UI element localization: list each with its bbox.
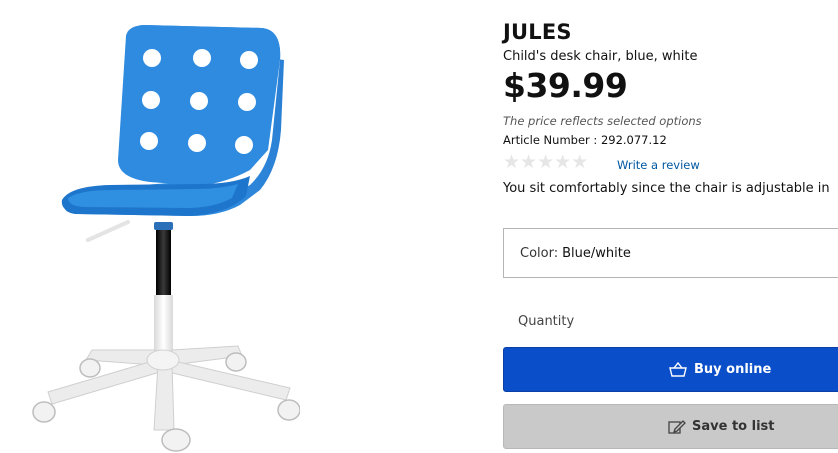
quantity-label: Quantity: [518, 314, 575, 329]
star-icon: ★: [503, 152, 521, 173]
star-icon: ★: [520, 152, 538, 173]
star-icon: ★: [537, 152, 555, 173]
basket-icon: [668, 361, 688, 378]
buy-online-label: Buy online: [694, 362, 772, 377]
rating-stars[interactable]: ★ ★ ★ ★ ★: [503, 153, 588, 172]
article-number: Article Number : 292.077.12: [503, 133, 667, 147]
article-label: Article Number :: [503, 133, 598, 147]
product-info: JULES Child's desk chair, blue, white $3…: [503, 0, 838, 453]
product-description: Child's desk chair, blue, white: [503, 49, 698, 64]
save-to-list-label: Save to list: [692, 419, 775, 434]
chair-illustration: [32, 25, 300, 452]
product-teaser: You sit comfortably since the chair is a…: [503, 181, 830, 196]
write-review-link[interactable]: Write a review: [617, 158, 700, 172]
price-note: The price reflects selected options: [503, 114, 702, 128]
color-label: Color:: [520, 245, 559, 261]
product-image: [0, 0, 300, 453]
buy-online-button[interactable]: Buy online: [503, 347, 838, 392]
color-selector[interactable]: Color: Blue/white: [503, 228, 838, 278]
product-price: $39.99: [503, 66, 628, 105]
color-value: Blue/white: [562, 245, 631, 261]
star-icon: ★: [571, 152, 589, 173]
product-name: JULES: [503, 20, 572, 44]
save-to-list-button[interactable]: Save to list: [503, 404, 838, 449]
edit-list-icon: [668, 419, 686, 435]
star-icon: ★: [554, 152, 572, 173]
article-value: 292.077.12: [600, 133, 667, 147]
